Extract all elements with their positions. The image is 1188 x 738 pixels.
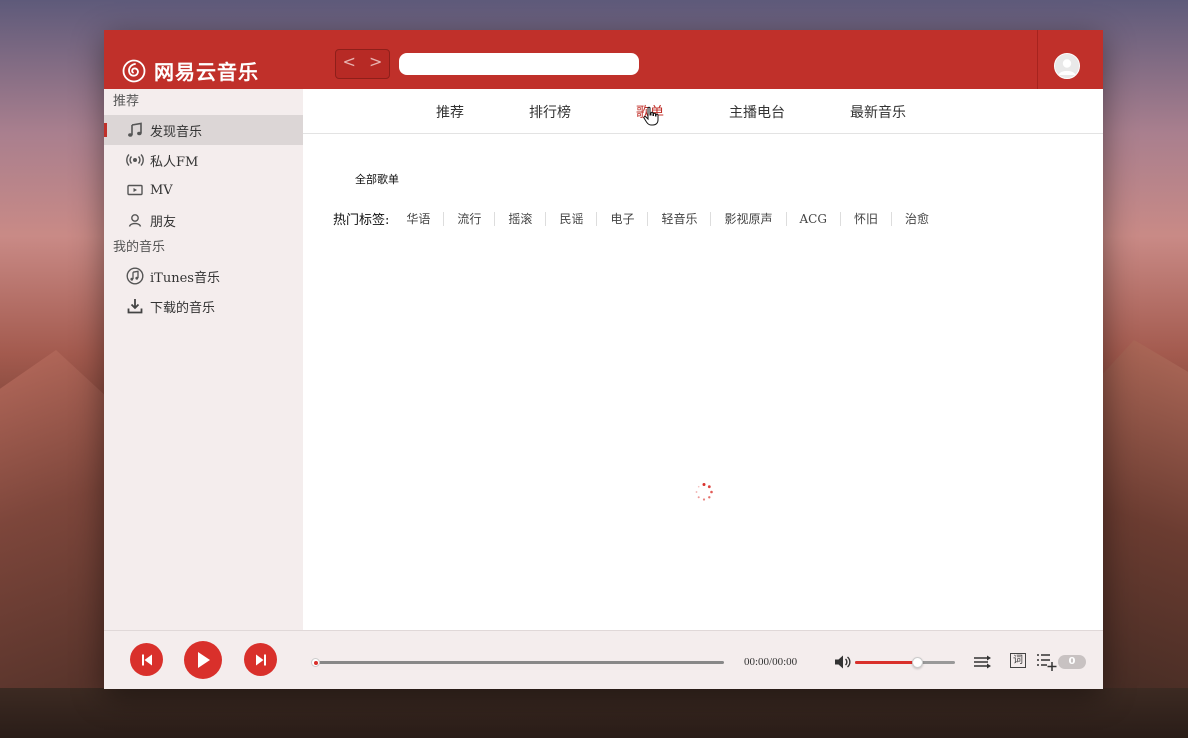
hot-tag[interactable]: 影视原声 bbox=[711, 211, 787, 226]
app-window: 网易云音乐 < > 推荐 发现音乐 私人FM MV 朋友 我的音乐 iTunes… bbox=[104, 30, 1103, 689]
hot-tag[interactable]: 电子 bbox=[597, 211, 649, 226]
sidebar-item-label: iTunes音乐 bbox=[150, 270, 220, 286]
sidebar-item-friends[interactable]: 朋友 bbox=[104, 205, 303, 235]
video-icon bbox=[126, 181, 144, 199]
music-note-icon bbox=[126, 121, 144, 139]
avatar[interactable] bbox=[1054, 53, 1080, 79]
sidebar-item-label: 私人FM bbox=[150, 154, 199, 170]
sidebar: 推荐 发现音乐 私人FM MV 朋友 我的音乐 iTunes音乐 下载的音乐 bbox=[104, 89, 303, 630]
hand-pointer-icon bbox=[643, 106, 659, 126]
hot-tags-label: 热门标签: bbox=[333, 213, 390, 228]
hot-tag[interactable]: 轻音乐 bbox=[648, 211, 712, 226]
top-bar: 网易云音乐 < > bbox=[104, 30, 1103, 89]
app-logo: 网易云音乐 bbox=[122, 56, 259, 85]
hot-tag[interactable]: 流行 bbox=[444, 211, 496, 226]
volume-knob[interactable] bbox=[912, 657, 923, 668]
skip-previous-icon bbox=[141, 654, 152, 665]
sidebar-item-mv[interactable]: MV bbox=[104, 175, 303, 205]
sidebar-item-label: 朋友 bbox=[150, 214, 177, 230]
play-icon bbox=[198, 652, 210, 668]
app-title: 网易云音乐 bbox=[154, 60, 259, 84]
playlist-count-badge: 0 bbox=[1058, 655, 1086, 669]
search-input[interactable] bbox=[399, 53, 639, 75]
play-button[interactable] bbox=[184, 641, 222, 679]
tab-dj-radio[interactable]: 主播电台 bbox=[729, 102, 785, 122]
play-mode-icon[interactable] bbox=[973, 654, 993, 670]
friends-icon bbox=[126, 211, 144, 229]
itunes-icon bbox=[126, 267, 144, 285]
previous-button[interactable] bbox=[130, 643, 163, 676]
hot-tags-row: 热门标签: 华语 流行 摇滚 民谣 电子 轻音乐 影视原声 ACG 怀旧 治愈 bbox=[333, 209, 942, 228]
sidebar-item-downloads[interactable]: 下载的音乐 bbox=[104, 291, 303, 321]
topbar-divider bbox=[1037, 30, 1038, 89]
netease-logo-icon bbox=[122, 59, 146, 82]
forward-button[interactable]: > bbox=[363, 50, 390, 78]
tab-rankings[interactable]: 排行榜 bbox=[529, 102, 571, 122]
playlist-icon[interactable] bbox=[1036, 652, 1058, 672]
sidebar-item-label: 发现音乐 bbox=[150, 124, 203, 140]
sidebar-item-label: 下载的音乐 bbox=[150, 300, 216, 316]
player-bar: 00:00/00:00 词 0 bbox=[104, 630, 1103, 689]
time-display: 00:00/00:00 bbox=[744, 656, 798, 668]
sidebar-item-private-fm[interactable]: 私人FM bbox=[104, 145, 303, 175]
background-ground bbox=[0, 688, 1188, 738]
sidebar-item-label: MV bbox=[150, 182, 173, 198]
skip-next-icon bbox=[255, 654, 266, 665]
sidebar-section-my-music: 我的音乐 bbox=[113, 240, 166, 255]
all-playlists-button[interactable]: 全部歌单 bbox=[355, 171, 399, 187]
volume-slider[interactable] bbox=[855, 657, 955, 668]
tab-recommend[interactable]: 推荐 bbox=[436, 102, 464, 122]
volume-fill bbox=[855, 661, 917, 664]
sidebar-section-recommend: 推荐 bbox=[113, 94, 140, 109]
sidebar-item-itunes[interactable]: iTunes音乐 bbox=[104, 261, 303, 291]
loading-spinner-icon bbox=[695, 483, 713, 501]
volume-icon[interactable] bbox=[834, 654, 852, 670]
hot-tag[interactable]: ACG bbox=[787, 211, 841, 226]
radio-icon bbox=[126, 151, 144, 169]
sidebar-item-discover-music[interactable]: 发现音乐 bbox=[104, 115, 303, 145]
progress-knob[interactable] bbox=[311, 658, 320, 667]
next-button[interactable] bbox=[244, 643, 277, 676]
progress-bar[interactable] bbox=[311, 658, 724, 667]
discover-tabs: 推荐 排行榜 歌单 主播电台 最新音乐 bbox=[303, 89, 1103, 134]
history-nav: < > bbox=[335, 49, 390, 79]
hot-tag[interactable]: 治愈 bbox=[892, 212, 942, 226]
hot-tag[interactable]: 民谣 bbox=[546, 211, 598, 226]
hot-tag[interactable]: 摇滚 bbox=[495, 211, 547, 226]
user-avatar-icon bbox=[1055, 54, 1079, 78]
hot-tag[interactable]: 怀旧 bbox=[841, 211, 892, 226]
download-icon bbox=[126, 297, 144, 315]
hot-tag[interactable]: 华语 bbox=[393, 211, 445, 226]
lyrics-button[interactable]: 词 bbox=[1010, 653, 1026, 668]
tab-new-music[interactable]: 最新音乐 bbox=[850, 102, 906, 122]
back-button[interactable]: < bbox=[336, 50, 363, 78]
main-content: 推荐 排行榜 歌单 主播电台 最新音乐 全部歌单 热门标签: 华语 流行 摇滚 … bbox=[303, 89, 1103, 630]
